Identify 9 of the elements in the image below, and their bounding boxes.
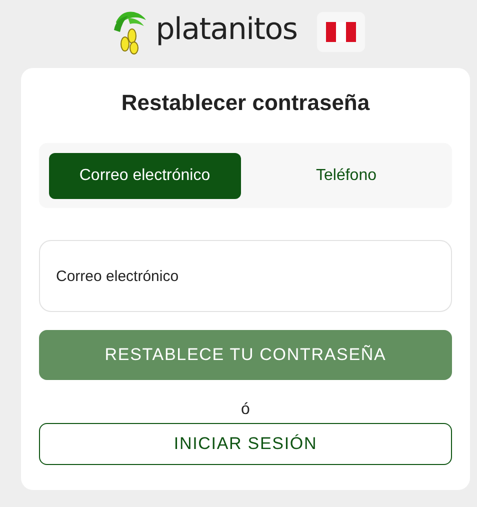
flag-icon bbox=[326, 22, 356, 42]
brand-logo: platanitos bbox=[156, 15, 298, 45]
page-title: Restablecer contraseña bbox=[120, 89, 371, 117]
login-button[interactable]: INICIAR SESIÓN bbox=[39, 423, 452, 465]
separator-text: ó bbox=[240, 400, 251, 420]
tab[interactable]: Correo electrónico bbox=[49, 152, 240, 198]
flag-button[interactable] bbox=[317, 12, 366, 52]
tab[interactable]: Teléfono bbox=[250, 152, 442, 198]
email-field[interactable]: Correo electrónico bbox=[39, 240, 452, 312]
